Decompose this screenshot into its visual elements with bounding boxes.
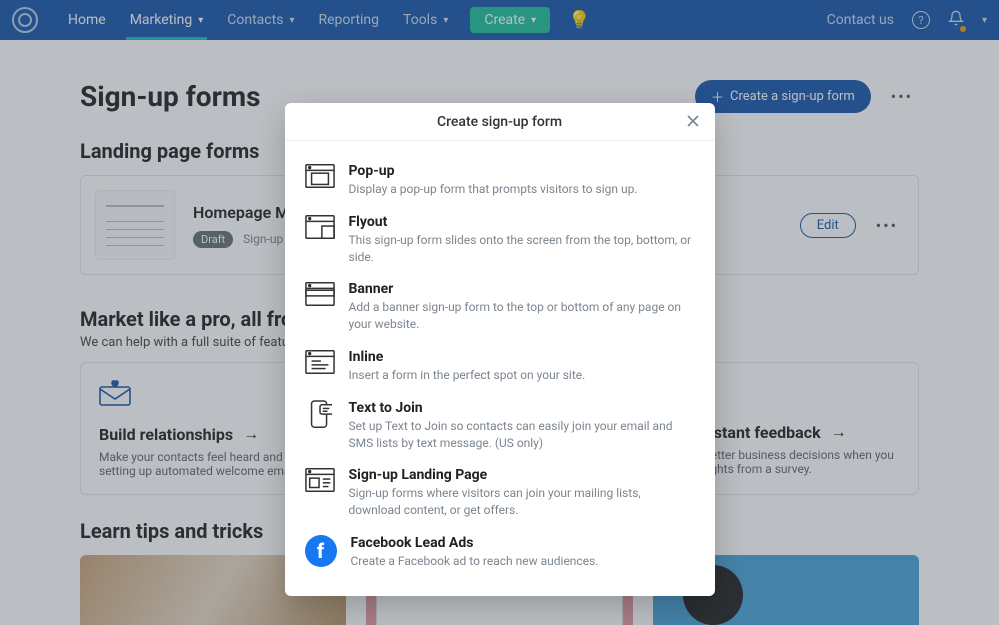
option-list: Pop-up Display a pop-up form that prompt… (285, 141, 715, 596)
option-desc: Add a banner sign-up form to the top or … (349, 299, 695, 333)
option-desc: Create a Facebook ad to reach new audien… (351, 553, 695, 570)
option-desc: Display a pop-up form that prompts visit… (349, 181, 695, 198)
flyout-icon (305, 214, 335, 240)
banner-icon (305, 281, 335, 307)
option-body: Banner Add a banner sign-up form to the … (349, 281, 695, 333)
close-icon[interactable] (685, 113, 701, 133)
option-desc: Insert a form in the perfect spot on you… (349, 367, 695, 384)
option-inline[interactable]: Inline Insert a form in the perfect spot… (305, 341, 695, 392)
option-title: Flyout (349, 214, 695, 230)
option-body: Inline Insert a form in the perfect spot… (349, 349, 695, 384)
option-flyout[interactable]: Flyout This sign-up form slides onto the… (305, 206, 695, 274)
option-banner[interactable]: Banner Add a banner sign-up form to the … (305, 273, 695, 341)
option-title: Facebook Lead Ads (351, 535, 695, 551)
option-body: Sign-up Landing Page Sign-up forms where… (349, 467, 695, 519)
create-signup-form-modal: Create sign-up form Pop-up Display a pop… (285, 103, 715, 596)
option-desc: Sign-up forms where visitors can join yo… (349, 485, 695, 519)
option-title: Pop-up (349, 163, 695, 179)
option-desc: Set up Text to Join so contacts can easi… (349, 418, 695, 452)
option-title: Sign-up Landing Page (349, 467, 695, 483)
option-body: Flyout This sign-up form slides onto the… (349, 214, 695, 266)
modal-header: Create sign-up form (285, 103, 715, 141)
option-body: Text to Join Set up Text to Join so cont… (349, 400, 695, 452)
option-text-to-join[interactable]: Text to Join Set up Text to Join so cont… (305, 392, 695, 460)
modal-overlay[interactable]: Create sign-up form Pop-up Display a pop… (0, 0, 999, 625)
option-body: Facebook Lead Ads Create a Facebook ad t… (351, 535, 695, 570)
popup-icon (305, 163, 335, 189)
facebook-icon: f (305, 535, 337, 567)
option-body: Pop-up Display a pop-up form that prompt… (349, 163, 695, 198)
option-title: Text to Join (349, 400, 695, 416)
phone-icon (305, 400, 335, 426)
option-title: Banner (349, 281, 695, 297)
option-popup[interactable]: Pop-up Display a pop-up form that prompt… (305, 155, 695, 206)
option-desc: This sign-up form slides onto the screen… (349, 232, 695, 266)
option-title: Inline (349, 349, 695, 365)
landing-page-icon (305, 467, 335, 493)
modal-title: Create sign-up form (437, 114, 562, 130)
inline-icon (305, 349, 335, 375)
option-facebook-lead-ads[interactable]: f Facebook Lead Ads Create a Facebook ad… (305, 527, 695, 578)
option-landing-page[interactable]: Sign-up Landing Page Sign-up forms where… (305, 459, 695, 527)
